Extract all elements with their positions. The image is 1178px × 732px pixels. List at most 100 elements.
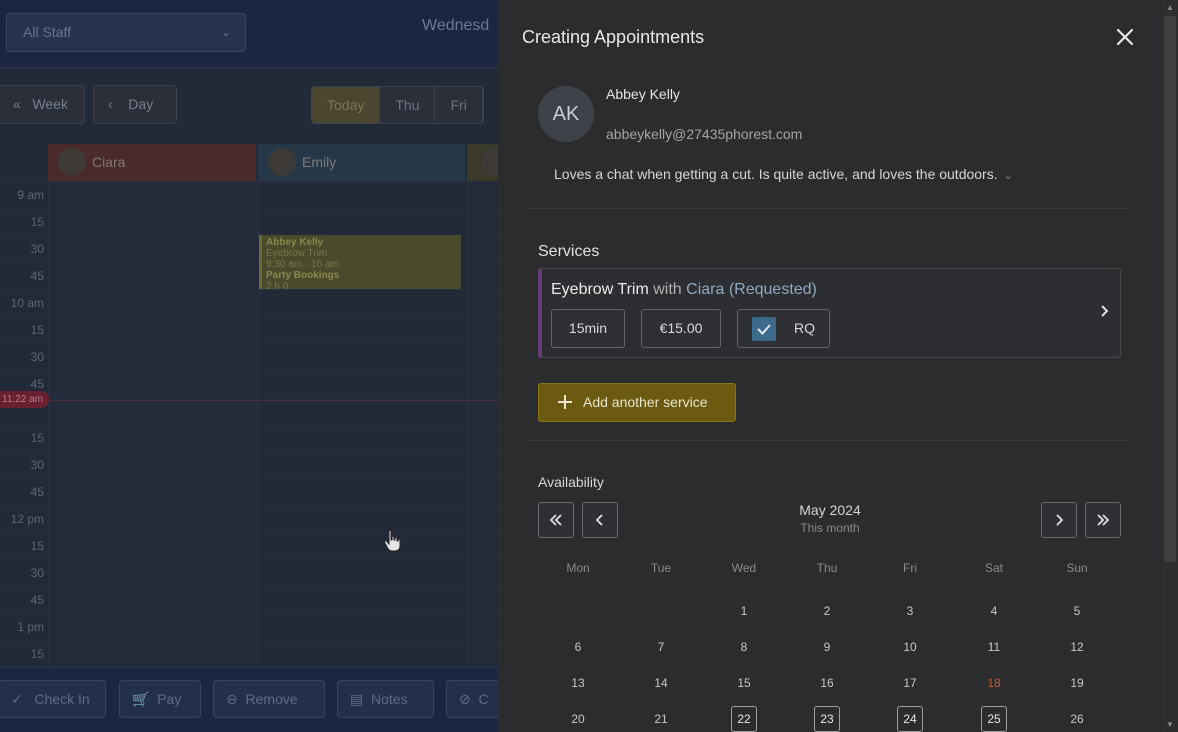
scroll-down-icon[interactable]: ▼ bbox=[1162, 720, 1178, 729]
calendar-day[interactable]: 22 bbox=[731, 706, 757, 732]
calendar-day[interactable]: 14 bbox=[648, 670, 674, 696]
hand-cursor-icon bbox=[383, 529, 401, 552]
calendar-background: All Staff ⌄ Wednesd « Week ‹ Day Today T… bbox=[0, 0, 498, 732]
time-slot[interactable] bbox=[0, 586, 498, 613]
panel-title: Creating Appointments bbox=[522, 27, 705, 47]
staff-column-next[interactable] bbox=[467, 144, 498, 181]
next-month-button[interactable] bbox=[1041, 502, 1077, 538]
more-button[interactable]: ⊘ C bbox=[446, 680, 498, 718]
cart-icon: 🛒 bbox=[132, 691, 150, 707]
weekday-label: Mon bbox=[566, 561, 590, 575]
appointment-client: Abbey Kelly bbox=[266, 237, 324, 248]
prev-week-button[interactable]: « Week bbox=[0, 85, 85, 124]
time-slot[interactable] bbox=[0, 289, 498, 316]
calendar-day[interactable]: 13 bbox=[565, 670, 591, 696]
calendar-day[interactable]: 26 bbox=[1064, 706, 1090, 732]
time-slot[interactable] bbox=[0, 613, 498, 640]
notes-button[interactable]: ▤ Notes bbox=[337, 680, 434, 718]
calendar-day[interactable]: 20 bbox=[565, 706, 591, 732]
chevron-right-icon[interactable] bbox=[1098, 304, 1112, 318]
scrollbar-thumb[interactable] bbox=[1164, 16, 1176, 562]
prev-month-button[interactable] bbox=[582, 502, 618, 538]
staff-column-ciara[interactable]: Ciara bbox=[48, 144, 256, 181]
calendar-day[interactable]: 7 bbox=[648, 634, 674, 660]
client-name[interactable]: Abbey Kelly bbox=[606, 86, 680, 102]
panel-scrollbar[interactable]: ▲ ▼ bbox=[1162, 0, 1178, 732]
calendar-day[interactable]: 4 bbox=[981, 598, 1007, 624]
prev-year-button[interactable] bbox=[538, 502, 574, 538]
time-slot[interactable] bbox=[0, 370, 498, 397]
staff-filter-select[interactable]: All Staff ⌄ bbox=[6, 13, 246, 52]
time-slot[interactable] bbox=[0, 208, 498, 235]
time-slot[interactable] bbox=[0, 505, 498, 532]
divider bbox=[528, 440, 1128, 441]
tab-today[interactable]: Today bbox=[312, 87, 381, 123]
calendar-day[interactable]: 15 bbox=[731, 670, 757, 696]
tab-fri[interactable]: Fri bbox=[435, 87, 483, 123]
service-with: with bbox=[653, 281, 682, 298]
tab-thu[interactable]: Thu bbox=[380, 87, 436, 123]
time-label: 45 bbox=[30, 377, 44, 391]
time-slot[interactable] bbox=[0, 316, 498, 343]
double-chevron-left-icon: « bbox=[13, 96, 21, 112]
weekday-label: Sun bbox=[1066, 561, 1088, 575]
calendar-day[interactable]: 25 bbox=[981, 706, 1007, 732]
scroll-up-icon[interactable]: ▲ bbox=[1162, 3, 1178, 12]
calendar-day[interactable]: 24 bbox=[897, 706, 923, 732]
time-label: 15 bbox=[30, 647, 44, 661]
time-slot[interactable] bbox=[0, 181, 498, 208]
service-title: Eyebrow Trim with Ciara (Requested) bbox=[551, 281, 817, 299]
avatar bbox=[58, 148, 86, 176]
double-chevron-right-icon bbox=[1097, 514, 1110, 526]
time-slot[interactable] bbox=[0, 343, 498, 370]
duration-button[interactable]: 15min bbox=[551, 309, 625, 348]
checkbox-checked[interactable] bbox=[752, 317, 776, 341]
calendar-day[interactable]: 23 bbox=[814, 706, 840, 732]
calendar-day[interactable]: 2 bbox=[814, 598, 840, 624]
prev-day-button[interactable]: ‹ Day bbox=[93, 85, 177, 124]
time-label: 15 bbox=[30, 323, 44, 337]
time-slot[interactable] bbox=[0, 478, 498, 505]
calendar-day[interactable]: 3 bbox=[897, 598, 923, 624]
calendar-day[interactable]: 10 bbox=[897, 634, 923, 660]
calendar-day[interactable]: 5 bbox=[1064, 598, 1090, 624]
calendar-day[interactable]: 17 bbox=[897, 670, 923, 696]
calendar-day[interactable]: 8 bbox=[731, 634, 757, 660]
calendar-day[interactable]: 12 bbox=[1064, 634, 1090, 660]
staff-column-emily[interactable]: Emily bbox=[258, 144, 465, 181]
calendar-day[interactable]: 19 bbox=[1064, 670, 1090, 696]
pay-button[interactable]: 🛒 Pay bbox=[119, 680, 201, 718]
time-label: 30 bbox=[30, 566, 44, 580]
weekday-label: Fri bbox=[903, 561, 917, 575]
calendar-day[interactable]: 6 bbox=[565, 634, 591, 660]
appointment-extra: Party Bookings bbox=[266, 270, 340, 281]
calendar-day[interactable]: 16 bbox=[814, 670, 840, 696]
time-slot[interactable] bbox=[0, 532, 498, 559]
current-time-badge: 11:22 am bbox=[0, 391, 49, 408]
requested-toggle[interactable]: RQ bbox=[737, 309, 830, 348]
next-year-button[interactable] bbox=[1085, 502, 1121, 538]
add-another-service-button[interactable]: Add another service bbox=[538, 383, 736, 422]
service-card[interactable]: Eyebrow Trim with Ciara (Requested) 15mi… bbox=[538, 268, 1121, 358]
price-button[interactable]: €15.00 bbox=[641, 309, 721, 348]
remove-button[interactable]: ⊖ Remove bbox=[213, 680, 325, 718]
calendar-day[interactable]: 1 bbox=[731, 598, 757, 624]
appointment-block[interactable]: Abbey Kelly Eyebrow Trim 9:30 am - 10 am… bbox=[259, 235, 461, 289]
time-slot[interactable] bbox=[0, 397, 498, 424]
calendar-day[interactable]: 18 bbox=[981, 670, 1007, 696]
service-name: Eyebrow Trim bbox=[551, 281, 649, 298]
time-slot[interactable] bbox=[0, 424, 498, 451]
remove-icon: ⊖ bbox=[226, 691, 238, 707]
calendar-day[interactable]: 21 bbox=[648, 706, 674, 732]
time-slot[interactable] bbox=[0, 451, 498, 478]
time-slot[interactable] bbox=[0, 559, 498, 586]
clipboard-icon: ▤ bbox=[350, 691, 364, 707]
time-slot[interactable] bbox=[0, 640, 498, 667]
availability-heading: Availability bbox=[538, 474, 604, 490]
calendar-day[interactable]: 11 bbox=[981, 634, 1007, 660]
check-in-button[interactable]: ✓ Check In bbox=[0, 680, 106, 718]
chevron-right-icon bbox=[1056, 514, 1064, 526]
client-notes[interactable]: Loves a chat when getting a cut. Is quit… bbox=[554, 166, 1013, 182]
close-icon[interactable] bbox=[1114, 26, 1136, 48]
calendar-day[interactable]: 9 bbox=[814, 634, 840, 660]
